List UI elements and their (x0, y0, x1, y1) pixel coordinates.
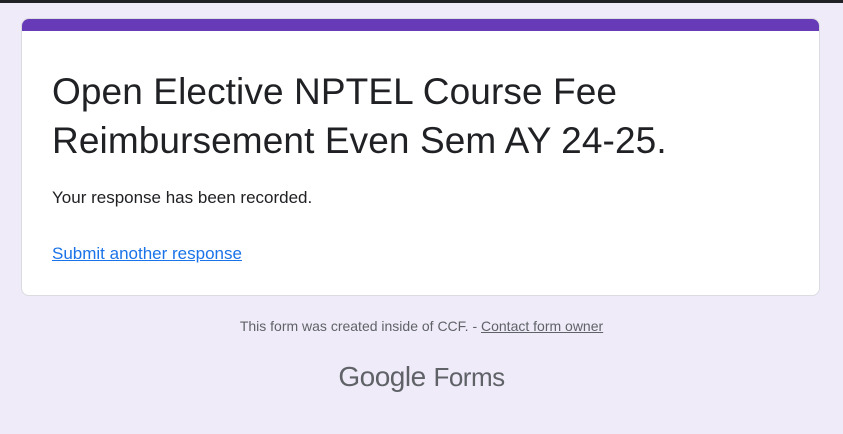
form-title: Open Elective NPTEL Course Fee Reimburse… (52, 71, 667, 161)
form-footer: This form was created inside of CCF. - C… (0, 316, 843, 336)
top-strip (0, 0, 843, 3)
confirmation-message: Your response has been recorded. (52, 188, 313, 207)
google-forms-logo[interactable]: Google Forms (0, 360, 843, 395)
contact-form-owner-link[interactable]: Contact form owner (481, 318, 603, 334)
submit-another-response-link[interactable]: Submit another response (52, 243, 242, 265)
card-accent-bar (22, 19, 819, 31)
forms-logo-text: Forms (433, 362, 505, 392)
response-card: Open Elective NPTEL Course Fee Reimburse… (21, 18, 820, 296)
google-logo-text: Google (338, 361, 426, 392)
footer-created-inside-text: This form was created inside of CCF. - (239, 318, 481, 334)
